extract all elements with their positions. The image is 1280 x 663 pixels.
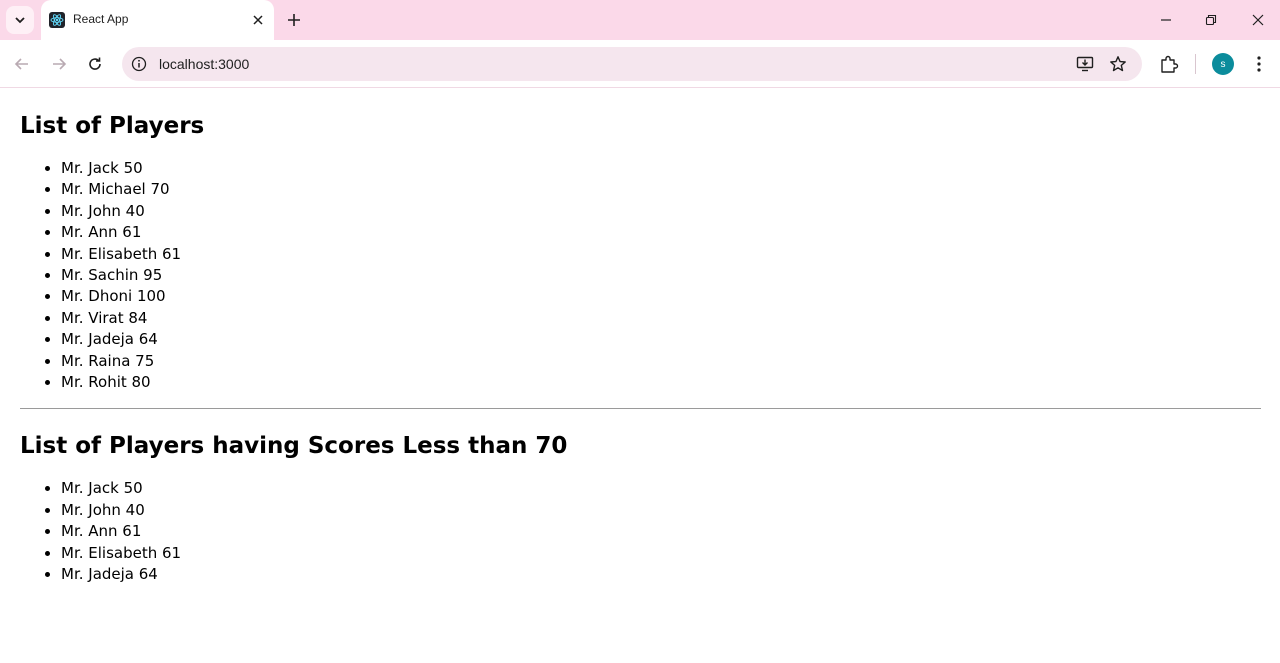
info-icon[interactable] — [130, 55, 148, 73]
reload-button[interactable] — [83, 52, 107, 76]
back-button[interactable] — [10, 52, 34, 76]
list-item: Mr. Raina 75 — [61, 351, 1261, 372]
section-divider — [20, 408, 1261, 410]
list-item: Mr. Elisabeth 61 — [61, 543, 1261, 564]
plus-icon — [287, 13, 301, 27]
list-item: Mr. Jack 50 — [61, 478, 1261, 499]
react-logo-icon — [49, 12, 65, 28]
close-icon — [1252, 14, 1264, 26]
heading-filtered-players: List of Players having Scores Less than … — [20, 433, 568, 460]
list-item: Mr. Michael 70 — [61, 179, 1261, 200]
list-item: Mr. Ann 61 — [61, 521, 1261, 542]
active-tab[interactable]: React App — [41, 0, 274, 40]
star-icon[interactable] — [1108, 54, 1128, 74]
tab-strip: React App — [0, 0, 1280, 40]
arrow-right-icon — [51, 56, 67, 72]
page-content: List of Players Mr. Jack 50Mr. Michael 7… — [0, 88, 1280, 586]
list-item: Mr. Ann 61 — [61, 222, 1261, 243]
filtered-players-list: Mr. Jack 50Mr. John 40Mr. Ann 61Mr. Elis… — [20, 478, 1261, 585]
players-list: Mr. Jack 50Mr. Michael 70Mr. John 40Mr. … — [20, 158, 1261, 393]
profile-avatar[interactable]: s — [1212, 53, 1234, 75]
tab-search-button[interactable] — [6, 6, 34, 34]
tab-close-button[interactable] — [250, 12, 266, 28]
list-item: Mr. Jack 50 — [61, 158, 1261, 179]
list-item: Mr. Elisabeth 61 — [61, 244, 1261, 265]
restore-icon — [1205, 14, 1217, 26]
kebab-menu-icon[interactable] — [1247, 52, 1271, 76]
minimize-icon — [1160, 14, 1172, 26]
chevron-down-icon — [14, 14, 26, 26]
list-item: Mr. Sachin 95 — [61, 265, 1261, 286]
new-tab-button[interactable] — [284, 10, 304, 30]
url-text[interactable]: localhost:3000 — [159, 56, 249, 72]
install-app-icon[interactable] — [1075, 54, 1095, 74]
list-item: Mr. Virat 84 — [61, 308, 1261, 329]
heading-all-players: List of Players — [20, 113, 205, 139]
address-bar[interactable]: localhost:3000 — [122, 47, 1142, 81]
close-window-button[interactable] — [1248, 10, 1268, 30]
list-item: Mr. John 40 — [61, 201, 1261, 222]
forward-button[interactable] — [47, 52, 71, 76]
arrow-left-icon — [14, 56, 30, 72]
reload-icon — [87, 56, 103, 72]
list-item: Mr. Jadeja 64 — [61, 564, 1261, 585]
list-item: Mr. Jadeja 64 — [61, 329, 1261, 350]
toolbar-divider — [1195, 54, 1196, 74]
list-item: Mr. John 40 — [61, 500, 1261, 521]
puzzle-icon[interactable] — [1157, 52, 1181, 76]
restore-button[interactable] — [1201, 10, 1221, 30]
tab-title: React App — [73, 12, 129, 26]
browser-toolbar: localhost:3000 — [0, 40, 1280, 88]
minimize-button[interactable] — [1156, 10, 1176, 30]
list-item: Mr. Dhoni 100 — [61, 286, 1261, 307]
close-icon — [253, 15, 263, 25]
list-item: Mr. Rohit 80 — [61, 372, 1261, 393]
